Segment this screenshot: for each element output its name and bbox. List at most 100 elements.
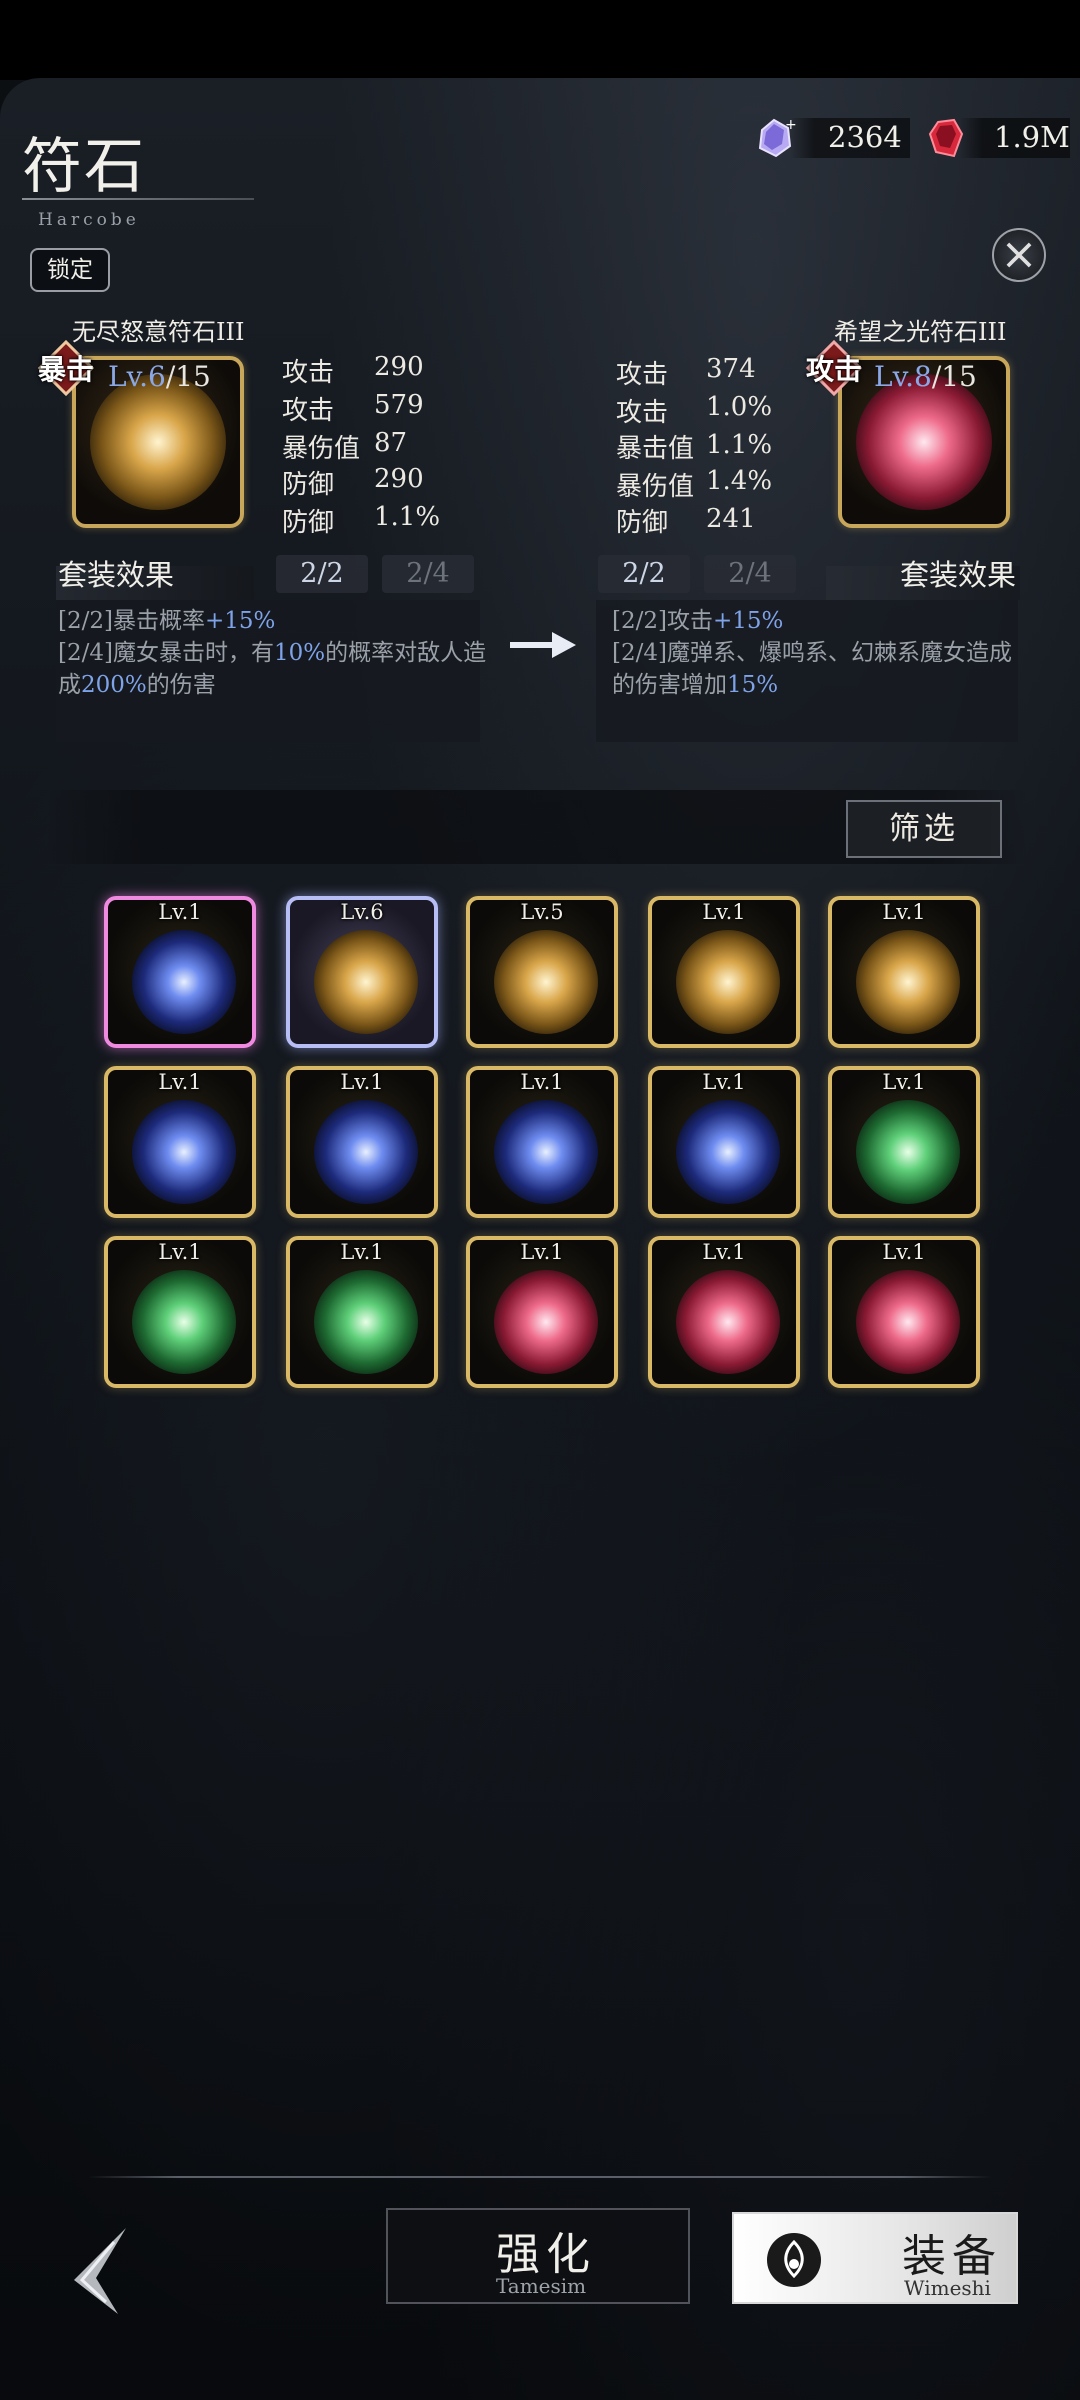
right-set-tab-2-2[interactable]: 2/2 (598, 555, 690, 593)
blue-rune-icon (314, 1100, 418, 1204)
inventory-rune-slot[interactable]: Lv.1 (466, 1066, 618, 1218)
inventory-rune-slot[interactable]: Lv.1 (104, 1066, 256, 1218)
gold-rune-icon (676, 930, 780, 1034)
equip-sublabel: Wimeshi (904, 2276, 991, 2300)
slot-level: Lv.1 (158, 900, 202, 924)
close-icon[interactable] (992, 228, 1046, 282)
currency-red-value: 1.9M (994, 120, 1070, 154)
fang-rune-icon (90, 374, 226, 510)
right-desc-line-3: 的伤害增加15% (612, 669, 778, 701)
title-divider (22, 198, 254, 200)
left-set-tab-2-2[interactable]: 2/2 (276, 555, 368, 593)
desc-text: 的伤害 (146, 672, 216, 698)
desc-highlight: 10% (273, 640, 326, 666)
right-stat-value: 1.4% (706, 466, 773, 496)
equip-button[interactable]: 装备 Wimeshi (732, 2212, 1018, 2304)
left-stat-value: 290 (374, 464, 424, 494)
gold-rune-icon (494, 930, 598, 1034)
lock-button[interactable]: 锁定 (30, 248, 110, 292)
desc-text: [2/2]暴击概率 (58, 608, 205, 634)
inventory-rune-slot[interactable]: Lv.1 (828, 1236, 980, 1388)
left-stat-value: 579 (374, 390, 424, 420)
inventory-rune-slot[interactable]: Lv.1 (104, 896, 256, 1048)
left-stat-value: 290 (374, 352, 424, 382)
swirl-rune-icon (856, 374, 992, 510)
left-stat-label: 暴伤值 (282, 434, 361, 464)
slot-level: Lv.6 (340, 900, 384, 924)
page-subtitle: Harcobe (38, 210, 140, 230)
slot-level: Lv.1 (340, 1070, 384, 1094)
slot-level: Lv.1 (702, 900, 746, 924)
right-stat-label: 防御 (616, 508, 669, 538)
left-stat-value: 87 (374, 428, 408, 458)
left-desc-line-2: [2/4]魔女暴击时，有10%的概率对敌人造 (58, 637, 486, 669)
bottom-divider (88, 2176, 992, 2178)
slot-level: Lv.1 (882, 1070, 926, 1094)
desc-text: [2/4]魔弹系、爆鸣系、幻棘系魔女造成 (612, 640, 1012, 666)
green-rune-icon (314, 1270, 418, 1374)
inventory-rune-slot[interactable]: Lv.1 (286, 1066, 438, 1218)
red-rune-icon (494, 1270, 598, 1374)
left-rune-level: Lv.6/15 (108, 360, 211, 393)
desc-text: [2/4]魔女暴击时，有 (58, 640, 274, 666)
left-stat-label: 攻击 (282, 396, 335, 426)
desc-highlight: +15% (204, 608, 276, 634)
filter-button[interactable]: 筛选 (846, 800, 1002, 858)
status-bar-area (0, 0, 1080, 80)
inventory-rune-slot[interactable]: Lv.1 (648, 1236, 800, 1388)
slot-level: Lv.1 (520, 1070, 564, 1094)
right-rune-badge: 攻击 (806, 353, 863, 386)
currency-purple-value: 2364 (828, 120, 902, 154)
slot-level: Lv.1 (882, 1240, 926, 1264)
inventory-rune-slot[interactable]: Lv.1 (648, 1066, 800, 1218)
equip-icon (767, 2233, 821, 2287)
enhance-label: 强化 (496, 2229, 596, 2280)
page-title: 符石 (22, 132, 146, 202)
right-set-tab-2-4[interactable]: 2/4 (704, 555, 796, 593)
right-stat-label: 攻击 (616, 398, 669, 428)
red-gem-icon (928, 118, 964, 158)
right-stat-label: 攻击 (616, 360, 669, 390)
inventory-rune-slot[interactable]: Lv.5 (466, 896, 618, 1048)
inventory-rune-slot[interactable]: Lv.1 (466, 1236, 618, 1388)
slot-level: Lv.1 (702, 1240, 746, 1264)
red-rune-icon (676, 1270, 780, 1374)
blue-rune-icon (676, 1100, 780, 1204)
right-rune-level-max: /15 (931, 360, 977, 393)
slot-level: Lv.1 (340, 1240, 384, 1264)
inventory-rune-slot[interactable]: Lv.1 (286, 1236, 438, 1388)
back-icon[interactable] (56, 2222, 136, 2318)
enhance-sublabel: Tamesim (496, 2274, 587, 2298)
inventory-rune-slot[interactable]: Lv.1 (104, 1236, 256, 1388)
left-rune-name: 无尽怒意符石III (72, 318, 245, 346)
blue-rune-icon (494, 1100, 598, 1204)
equip-label: 装备 (902, 2231, 1002, 2282)
enhance-button[interactable]: 强化 Tamesim (386, 2208, 690, 2304)
desc-highlight: 15% (727, 672, 779, 698)
desc-highlight: +15% (712, 608, 784, 634)
right-stat-label: 暴击值 (616, 434, 695, 464)
red-rune-icon (856, 1270, 960, 1374)
blue-rune-icon (132, 1100, 236, 1204)
inventory-rune-slot[interactable]: Lv.6 (286, 896, 438, 1048)
inventory-rune-slot[interactable]: Lv.1 (828, 896, 980, 1048)
left-stat-label: 防御 (282, 470, 335, 500)
left-rune-level-max: /15 (165, 360, 211, 393)
right-stat-value: 241 (706, 504, 756, 534)
inventory-rune-slot[interactable]: Lv.1 (648, 896, 800, 1048)
right-rune-level-current: Lv.8 (874, 360, 932, 393)
slot-level: Lv.5 (520, 900, 564, 924)
desc-highlight: 200% (81, 672, 147, 698)
desc-text: 成 (58, 672, 81, 698)
right-stat-value: 374 (706, 354, 756, 384)
right-stat-value: 1.0% (706, 392, 773, 422)
desc-text: [2/2]攻击 (612, 608, 713, 634)
gold-rune-icon (856, 930, 960, 1034)
left-set-tab-2-4[interactable]: 2/4 (382, 555, 474, 593)
right-set-title: 套装效果 (900, 558, 1017, 592)
svg-text:+: + (785, 117, 796, 133)
slot-level: Lv.1 (158, 1070, 202, 1094)
left-stat-label: 防御 (282, 508, 335, 538)
inventory-rune-slot[interactable]: Lv.1 (828, 1066, 980, 1218)
left-rune-level-current: Lv.6 (108, 360, 166, 393)
